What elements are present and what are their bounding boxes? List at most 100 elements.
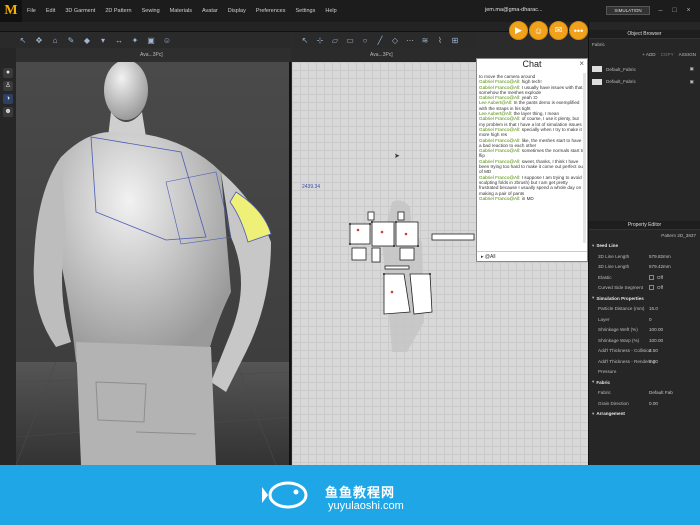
property-row[interactable]: Add'l Thickness - Collision 2.50 [589, 346, 700, 357]
property-row[interactable]: 3D Line Length 579.42mm [589, 262, 700, 273]
close-icon[interactable]: × [684, 6, 693, 15]
filter-label: Fabric [592, 41, 605, 47]
property-row[interactable]: 2D Line Length 579.82mm [589, 251, 700, 262]
chat-bubble-icon[interactable]: ✉ [549, 21, 568, 40]
property-value[interactable]: Off [657, 275, 663, 280]
move-tool-icon[interactable]: ✥ [34, 36, 44, 45]
property-row[interactable]: Layer 0 [589, 314, 700, 325]
menu-bar: M File Edit 3D Garment 2D Pattern Sewing Mate… [0, 0, 700, 22]
chat-input[interactable]: ▸ @All [477, 251, 587, 262]
property-value[interactable]: 100.00 [649, 338, 663, 343]
chat-close-icon[interactable]: × [579, 59, 584, 68]
menu-item[interactable]: Settings [290, 8, 320, 14]
property-value[interactable]: 100.00 [649, 327, 663, 332]
menu-item[interactable]: 3D Garment [60, 8, 100, 14]
property-row[interactable]: Fabric Default Fab [589, 388, 700, 399]
chat-scrollbar[interactable] [583, 73, 586, 243]
texture-tool-icon[interactable]: ⊞ [450, 36, 460, 45]
menu-item[interactable]: File [22, 8, 41, 14]
property-value[interactable]: 15.0 [649, 306, 658, 311]
menu-item[interactable]: Avatar [197, 8, 223, 14]
chat-message: Gabriel Franco@All: I suppose I am tryin… [479, 175, 585, 196]
brush-tool-icon[interactable]: ✦ [130, 36, 140, 45]
menu-item[interactable]: Help [320, 8, 341, 14]
fold-line-icon[interactable]: ⌇ [435, 36, 445, 45]
assign-button[interactable]: ASSIGN [679, 52, 696, 57]
edit-point-icon[interactable]: ⊹ [315, 36, 325, 45]
fold-tool-icon[interactable]: ⌂ [50, 36, 60, 45]
property-row[interactable]: Grain Direction 0.00 [589, 398, 700, 409]
add-button[interactable]: + ADD [642, 52, 655, 57]
property-row[interactable]: ▾ Arrangement [589, 409, 700, 420]
property-value[interactable]: 579.82mm [649, 254, 671, 259]
menu-item[interactable]: Display [223, 8, 251, 14]
fabric-list-item[interactable]: Default_Fabric ▣ [589, 64, 700, 75]
property-row[interactable]: Add'l Thickness - Rendering 0.00 [589, 356, 700, 367]
toggle-checkbox[interactable] [649, 274, 654, 280]
tab-view2d[interactable]: Ava...3Pc] [370, 48, 393, 62]
maximize-icon[interactable]: □ [670, 6, 679, 15]
viewport-3d[interactable] [16, 62, 291, 465]
fabric-options-icon[interactable]: ▣ [690, 66, 694, 72]
menu-item[interactable]: Materials [165, 8, 197, 14]
display-mode-icon[interactable]: ◑ [3, 94, 13, 104]
avatar-head-icon[interactable]: ● [3, 68, 13, 78]
seam-tool-icon[interactable]: ⋯ [405, 36, 415, 45]
more-icon[interactable]: ••• [569, 21, 588, 40]
tack-tool-icon[interactable]: ◆ [82, 36, 92, 45]
collapse-icon[interactable]: ▾ [592, 379, 594, 385]
avatar-figure-icon[interactable]: ♙ [3, 81, 13, 91]
menu-item[interactable]: Sewing [137, 8, 165, 14]
skin-icon[interactable]: ☻ [3, 107, 13, 117]
transform-tool-icon[interactable]: ↖ [300, 36, 310, 45]
collapse-icon[interactable]: ▾ [592, 295, 594, 301]
property-value[interactable]: 0 [649, 317, 652, 322]
rectangle-tool-icon[interactable]: ▭ [345, 36, 355, 45]
menu-item[interactable]: Preferences [251, 8, 291, 14]
avatar-tool-icon[interactable]: ☺ [162, 36, 172, 45]
menu-item[interactable]: Edit [41, 8, 60, 14]
sewing-tool-icon[interactable]: ≋ [420, 36, 430, 45]
mode-dropdown[interactable]: SIMULATION [606, 6, 650, 15]
property-value[interactable]: 0.00 [649, 359, 658, 364]
dart-tool-icon[interactable]: ◇ [390, 36, 400, 45]
property-row[interactable]: Shrinkage Weft (%) 100.00 [589, 325, 700, 336]
property-value[interactable]: 2.50 [649, 348, 658, 353]
viewport-2d-extension[interactable] [476, 262, 588, 465]
filter-row[interactable]: Fabric [589, 39, 700, 50]
internal-line-icon[interactable]: ╱ [375, 36, 385, 45]
property-value[interactable]: 579.42mm [649, 264, 671, 269]
property-row[interactable]: ▾ Fabric [589, 377, 700, 388]
property-row[interactable]: Curved Side Segment Off [589, 283, 700, 294]
steam-tool-icon[interactable]: ▣ [146, 36, 156, 45]
property-row[interactable]: Particle Distance (mm) 15.0 [589, 304, 700, 315]
property-row[interactable]: ▾ Seed Line [589, 241, 700, 252]
measure-tool-icon[interactable]: ↔ [114, 36, 124, 45]
fabric-options-icon[interactable]: ▣ [690, 79, 694, 85]
property-row[interactable]: ▾ Simulation Properties [589, 293, 700, 304]
copy-button[interactable]: COPY [661, 52, 674, 57]
select-tool-icon[interactable]: ↖ [18, 36, 28, 45]
property-value[interactable]: Default Fab [649, 390, 673, 395]
menu-items: File Edit 3D Garment 2D Pattern Sewing Materi… [22, 8, 342, 14]
property-row[interactable]: Pressure [589, 367, 700, 378]
viewport-2d[interactable]: 2439.34 ➤ [292, 62, 476, 465]
property-value[interactable]: 0.00 [649, 401, 658, 406]
participants-icon[interactable]: ☺ [529, 21, 548, 40]
circle-tool-icon[interactable]: ○ [360, 36, 370, 45]
tab-view3d[interactable]: Ava...3Pc] [140, 48, 163, 62]
minimize-icon[interactable]: – [656, 6, 665, 15]
menu-item[interactable]: 2D Pattern [100, 8, 136, 14]
collapse-icon[interactable]: ▾ [592, 243, 594, 249]
property-row[interactable]: Shrinkage Warp (%) 100.00 [589, 335, 700, 346]
property-row[interactable]: Elastic Off [589, 272, 700, 283]
shirt-tool-icon[interactable]: ▾ [98, 36, 108, 45]
video-call-icon[interactable]: ▶ [509, 21, 528, 40]
collapse-icon[interactable]: ▾ [592, 411, 594, 417]
property-value[interactable]: Off [657, 285, 663, 290]
polygon-tool-icon[interactable]: ▱ [330, 36, 340, 45]
toggle-checkbox[interactable] [649, 285, 654, 291]
user-email[interactable]: jem.ma@gma-dharac... [485, 7, 543, 13]
pin-tool-icon[interactable]: ✎ [66, 36, 76, 45]
fabric-list-item[interactable]: Default_Fabric ▣ [589, 77, 700, 88]
